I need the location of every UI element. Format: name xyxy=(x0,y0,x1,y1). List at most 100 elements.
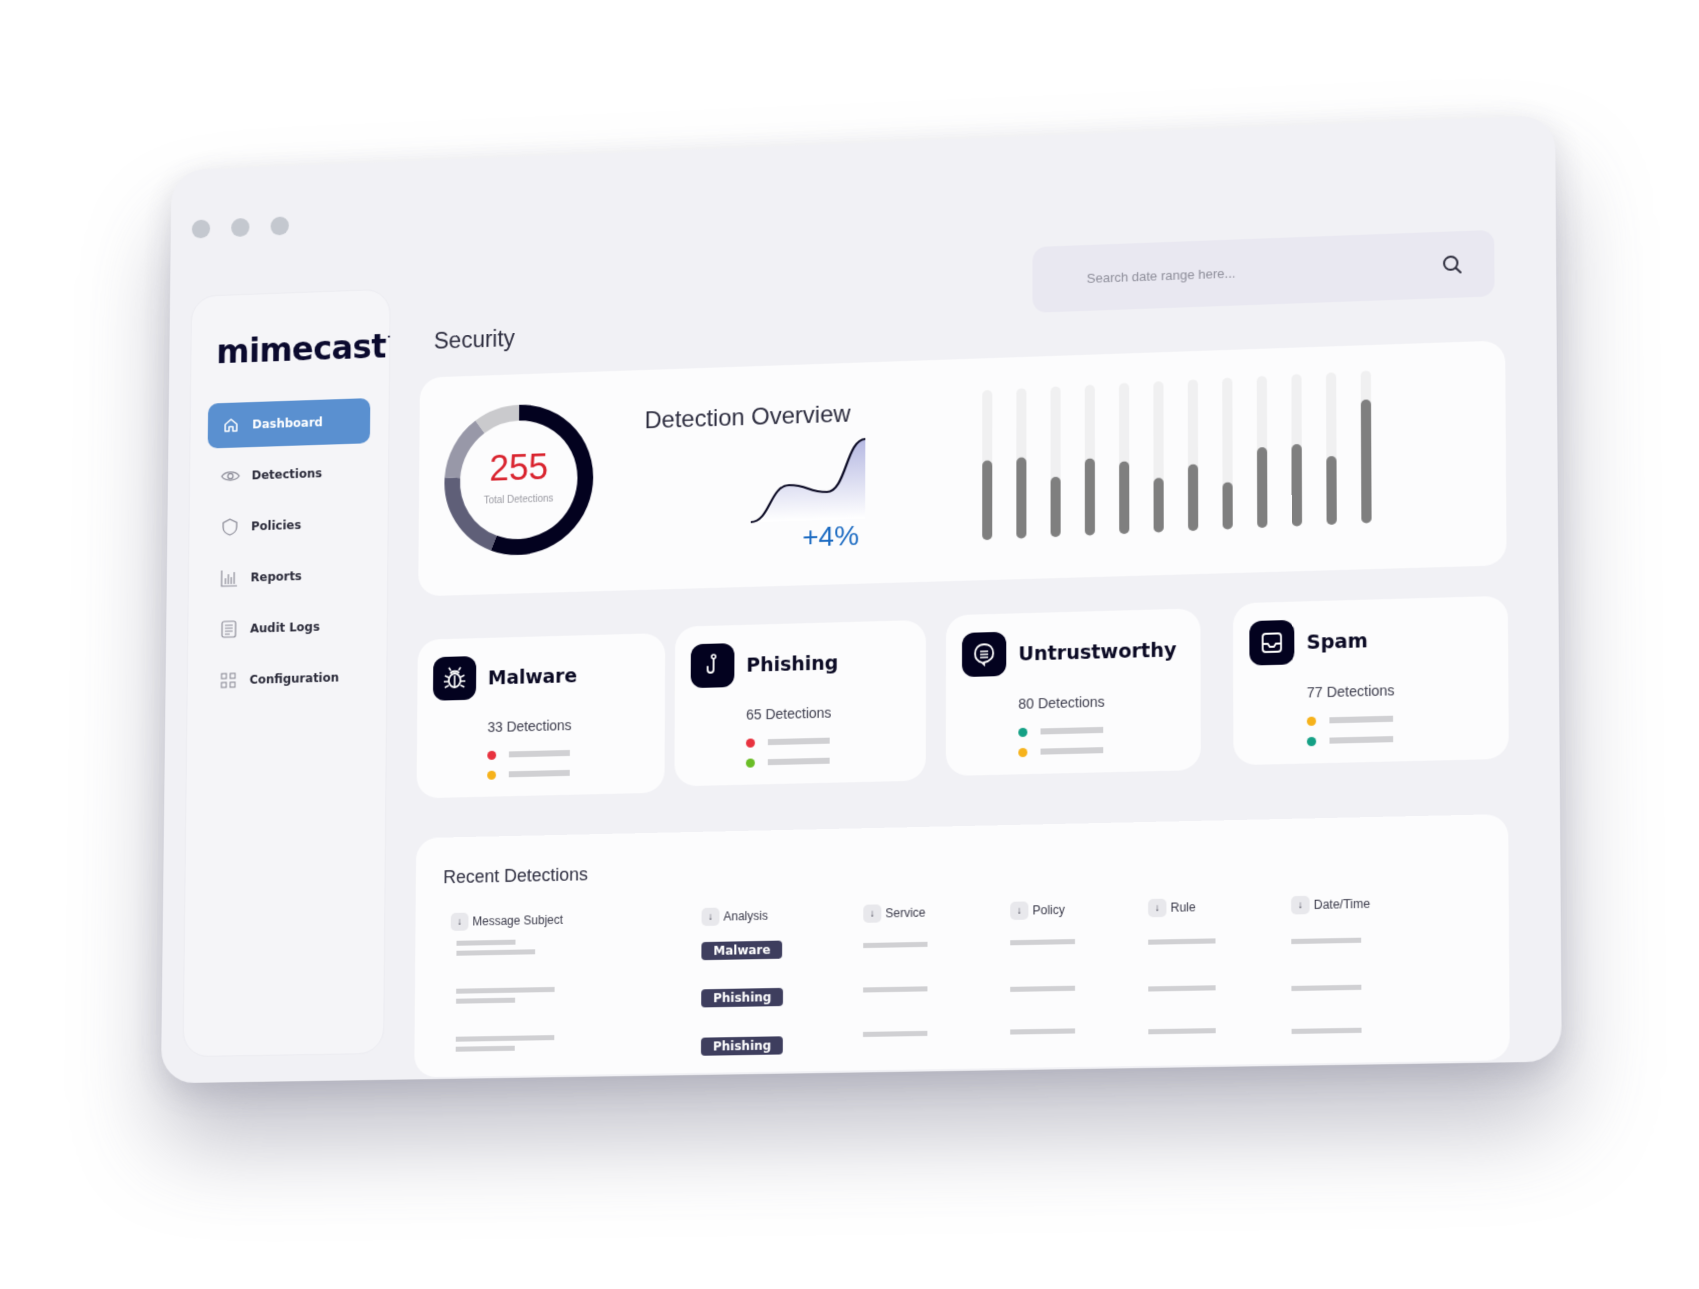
service-placeholder xyxy=(863,1030,928,1037)
column-header-date-time[interactable]: ↓ Date/Time xyxy=(1291,895,1370,915)
table-row[interactable]: Phishing xyxy=(416,814,1508,1056)
status-dot xyxy=(487,750,497,760)
placeholder-bar xyxy=(508,749,570,758)
sidebar-nav: Dashboard Detections Policies Reports Au… xyxy=(205,398,371,710)
category-legend xyxy=(1018,720,1104,762)
category-card-spam[interactable]: Spam 77 Detections xyxy=(1232,595,1509,766)
sort-arrow-icon[interactable]: ↓ xyxy=(1148,898,1167,918)
category-card-malware[interactable]: Malware 33 Detections xyxy=(416,633,666,799)
legend-row xyxy=(487,743,570,765)
sidebar-item-reports[interactable]: Reports xyxy=(206,551,369,601)
column-header-analysis[interactable]: ↓ Analysis xyxy=(701,907,768,927)
window-close-button[interactable] xyxy=(191,219,211,239)
total-detections-donut: 255 Total Detections xyxy=(440,393,598,566)
sort-arrow-icon[interactable]: ↓ xyxy=(863,904,882,923)
status-dot xyxy=(1018,747,1028,757)
column-header-rule[interactable]: ↓ Rule xyxy=(1148,898,1196,918)
window-minimize-button[interactable] xyxy=(231,217,250,238)
donut-segment xyxy=(480,413,519,427)
table-row[interactable]: Malware xyxy=(416,814,1508,961)
subject-placeholder xyxy=(455,1035,555,1042)
bar xyxy=(1222,482,1233,530)
column-label: Policy xyxy=(1032,902,1065,918)
sidebar-item-detections[interactable]: Detections xyxy=(207,449,370,499)
logo-mark: · xyxy=(387,332,391,344)
app-window: mimecast· Dashboard Detections Policies … xyxy=(160,114,1562,1084)
column-header-service[interactable]: ↓ Service xyxy=(863,903,926,923)
category-count: 65 Detections xyxy=(746,704,832,723)
legend-row xyxy=(1018,740,1104,762)
search-input[interactable] xyxy=(1084,256,1442,287)
rule-placeholder xyxy=(1148,985,1216,992)
sidebar-item-configuration[interactable]: Configuration xyxy=(205,654,368,704)
analysis-badge: Malware xyxy=(701,940,783,961)
status-dot xyxy=(1306,736,1317,746)
detection-bar-chart xyxy=(982,370,1372,541)
sort-arrow-icon[interactable]: ↓ xyxy=(701,907,720,927)
category-name: Phishing xyxy=(746,652,839,677)
inbox-icon xyxy=(1249,619,1295,666)
category-name: Spam xyxy=(1306,630,1368,654)
stage: mimecast· Dashboard Detections Policies … xyxy=(0,0,1699,1289)
category-name: Malware xyxy=(487,665,578,690)
category-card-untrustworthy[interactable]: Untrustworthy 80 Detections xyxy=(945,608,1201,777)
page-title: Security xyxy=(433,325,515,354)
table-row[interactable]: Phishing xyxy=(416,814,1508,1008)
detection-overview-card: 255 Total Detections Detection Overview … xyxy=(418,340,1507,597)
status-dot xyxy=(1306,716,1317,726)
total-detections-value: 255 xyxy=(489,446,549,489)
analysis-badge: Phishing xyxy=(701,987,784,1008)
sidebar-item-label: Detections xyxy=(251,466,323,483)
bar xyxy=(1326,456,1337,525)
policy-placeholder xyxy=(1010,985,1076,992)
sort-arrow-icon[interactable]: ↓ xyxy=(450,912,469,931)
window-maximize-button[interactable] xyxy=(270,216,289,236)
overview-title: Detection Overview xyxy=(644,400,851,435)
rule-placeholder xyxy=(1148,1028,1216,1035)
sparkline-area xyxy=(750,438,866,523)
sidebar-item-label: Policies xyxy=(251,518,302,534)
search-icon[interactable] xyxy=(1441,253,1464,276)
column-header-policy[interactable]: ↓ Policy xyxy=(1010,901,1065,921)
legend-row xyxy=(1306,709,1394,731)
sort-arrow-icon[interactable]: ↓ xyxy=(1291,895,1310,915)
subject-placeholder xyxy=(456,997,516,1004)
placeholder-bar xyxy=(1040,747,1104,755)
warning-pin-icon xyxy=(961,631,1007,678)
policy-placeholder xyxy=(1010,1028,1076,1035)
bar xyxy=(1187,464,1199,532)
column-label: Rule xyxy=(1170,900,1196,915)
column-label: Analysis xyxy=(723,908,768,924)
grid-icon xyxy=(218,670,238,690)
column-header-message-subject[interactable]: ↓ Message Subject xyxy=(450,911,563,931)
placeholder-bar xyxy=(1329,736,1394,744)
status-dot xyxy=(745,757,755,768)
status-dot xyxy=(1018,727,1028,737)
bug-icon xyxy=(432,656,477,701)
category-card-phishing[interactable]: Phishing 65 Detections xyxy=(674,619,926,787)
category-legend xyxy=(745,731,830,773)
fishhook-icon xyxy=(690,643,735,689)
subject-placeholder xyxy=(455,1045,515,1052)
recent-detections-title: Recent Detections xyxy=(443,864,589,888)
bar-chart-icon xyxy=(220,568,240,588)
datetime-placeholder xyxy=(1291,1027,1362,1034)
sidebar-item-dashboard[interactable]: Dashboard xyxy=(207,398,371,449)
bar xyxy=(1119,461,1130,535)
sidebar-item-audit-logs[interactable]: Audit Logs xyxy=(205,603,368,653)
sort-arrow-icon[interactable]: ↓ xyxy=(1010,901,1029,921)
column-label: Service xyxy=(885,905,926,921)
logo-text: mimecast xyxy=(216,326,387,372)
search-bar[interactable] xyxy=(1032,229,1495,313)
category-legend xyxy=(1306,709,1394,752)
placeholder-bar xyxy=(767,757,830,766)
trend-sparkline xyxy=(743,434,872,528)
analysis-badge: Phishing xyxy=(700,1036,784,1056)
category-name: Untrustworthy xyxy=(1018,639,1177,666)
status-dot xyxy=(487,770,497,780)
mimecast-logo[interactable]: mimecast· xyxy=(216,327,390,371)
sidebar-item-label: Dashboard xyxy=(252,415,323,432)
column-label: Date/Time xyxy=(1313,896,1371,913)
recent-detections-card: Recent Detections ↓ Message Subject ↓ Anal… xyxy=(414,813,1510,1078)
sidebar-item-policies[interactable]: Policies xyxy=(207,500,370,550)
